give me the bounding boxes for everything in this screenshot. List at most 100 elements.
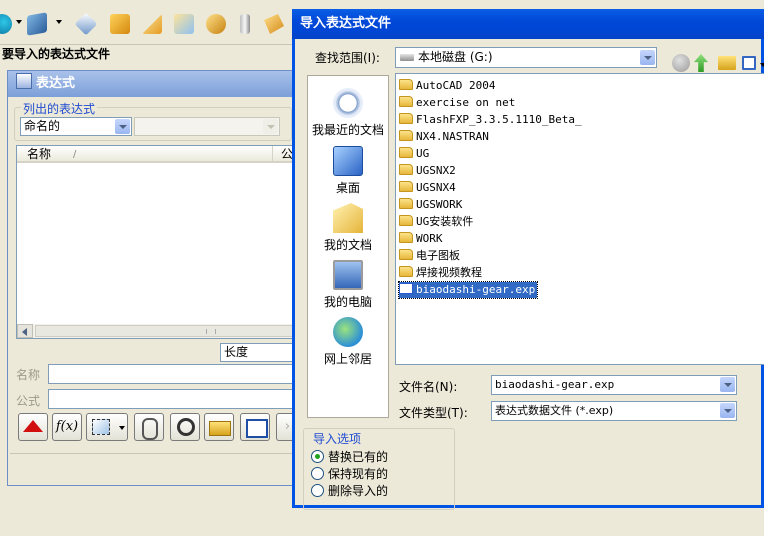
file-list[interactable]: AutoCAD 2004 exercise on net FlashFXP_3.… xyxy=(395,73,764,365)
chevron-down-icon[interactable] xyxy=(640,50,655,65)
list-item[interactable]: UGSNX4 xyxy=(399,180,456,196)
expression-file-icon xyxy=(399,283,413,294)
view-menu-icon[interactable] xyxy=(742,56,756,70)
cylinder-icon[interactable] xyxy=(240,14,250,34)
link-icon xyxy=(142,418,158,440)
list-filter-select[interactable]: 命名的 xyxy=(20,117,132,136)
place-recent[interactable]: 我最近的文档 xyxy=(308,88,388,138)
desktop-icon xyxy=(333,146,363,176)
drive-icon xyxy=(400,54,414,61)
radio-unchecked-icon[interactable] xyxy=(311,467,324,480)
chevron-down-icon xyxy=(263,119,278,134)
radio-unchecked-icon[interactable] xyxy=(311,484,324,497)
scroll-thumb[interactable] xyxy=(35,325,297,337)
my-computer-icon xyxy=(333,260,363,290)
dropdown-arrow-icon[interactable] xyxy=(760,63,764,67)
list-item[interactable]: AutoCAD 2004 xyxy=(399,78,495,94)
place-network[interactable]: 网上邻居 xyxy=(308,317,388,367)
look-in-value: 本地磁盘 (G:) xyxy=(418,50,493,64)
list-item-selected[interactable]: biaodashi-gear.exp xyxy=(397,281,539,299)
link-button[interactable] xyxy=(134,413,164,441)
window-icon xyxy=(16,73,32,89)
expressions-table[interactable]: 名称 / 公 xyxy=(16,145,299,339)
folder-icon xyxy=(399,79,413,90)
triangle-up-icon xyxy=(23,420,43,432)
radio-keep-existing[interactable]: 保持现有的 xyxy=(311,465,388,482)
name-input[interactable] xyxy=(48,364,298,384)
folder-icon xyxy=(399,164,413,175)
dialog-title-bar[interactable]: 导入表达式文件 xyxy=(292,9,764,39)
dropdown-arrow-icon[interactable] xyxy=(119,426,125,430)
open-folder-icon xyxy=(209,421,231,436)
diamond-icon[interactable] xyxy=(74,12,98,36)
filetype-select[interactable]: 表达式数据文件 (*.exp) xyxy=(491,401,737,421)
column-header-name[interactable]: 名称 / xyxy=(17,146,273,163)
formula-input[interactable] xyxy=(48,389,298,409)
list-item[interactable]: exercise on net xyxy=(399,95,515,111)
dropdown-arrow-icon[interactable] xyxy=(16,20,22,24)
function-button[interactable]: f(x) xyxy=(52,413,82,441)
look-in-select[interactable]: 本地磁盘 (G:) xyxy=(395,47,657,68)
sphere-icon[interactable] xyxy=(0,14,12,34)
back-icon[interactable] xyxy=(672,54,690,72)
dropdown-arrow-icon[interactable] xyxy=(56,20,62,24)
list-item[interactable]: WORK xyxy=(399,231,443,247)
list-item[interactable]: UG xyxy=(399,146,429,162)
place-desktop[interactable]: 桌面 xyxy=(308,146,388,196)
list-filter-value: 命名的 xyxy=(24,119,61,133)
export-icon xyxy=(246,419,268,438)
revolve-icon[interactable] xyxy=(142,14,162,34)
expressions-title-bar[interactable]: 表达式 xyxy=(8,71,298,97)
units-value: 长度 xyxy=(224,345,249,359)
filetype-label: 文件类型(T): xyxy=(399,406,468,420)
list-item[interactable]: UGSNX2 xyxy=(399,163,456,179)
measure-button[interactable] xyxy=(86,413,128,441)
chamfer-icon[interactable] xyxy=(264,14,284,34)
sweep-icon[interactable] xyxy=(174,14,194,34)
folder-icon xyxy=(399,147,413,158)
hole-icon[interactable] xyxy=(206,14,226,34)
export-button[interactable] xyxy=(240,413,270,441)
folder-icon xyxy=(399,215,413,226)
search-expression-button[interactable] xyxy=(170,413,200,441)
chevron-down-icon[interactable] xyxy=(115,119,130,134)
scroll-left-icon[interactable] xyxy=(17,324,33,338)
new-folder-icon[interactable] xyxy=(718,56,736,70)
places-bar: 我最近的文档 桌面 我的文档 我的电脑 网上邻居 xyxy=(307,75,389,418)
horizontal-scrollbar[interactable] xyxy=(17,324,297,338)
list-item[interactable]: 焊接视频教程 xyxy=(399,265,482,281)
up-folder-icon[interactable] xyxy=(694,54,708,72)
folder-icon xyxy=(399,266,413,277)
network-places-icon xyxy=(333,317,363,347)
list-item[interactable]: UG安装软件 xyxy=(399,214,473,230)
look-in-label: 查找范围(I): xyxy=(315,51,380,65)
extrude-icon[interactable] xyxy=(110,14,130,34)
units-select[interactable]: 长度 xyxy=(220,343,298,362)
import-options-legend: 导入选项 xyxy=(311,430,364,447)
folder-icon xyxy=(399,181,413,192)
import-expression-dialog: 导入表达式文件 查找范围(I): 本地磁盘 (G:) 我最近的文档 桌面 我的文… xyxy=(292,9,764,510)
my-documents-icon xyxy=(333,203,363,233)
chevron-down-icon[interactable] xyxy=(720,377,735,392)
block-icon[interactable] xyxy=(27,12,47,36)
radio-checked-icon[interactable] xyxy=(311,450,324,463)
folder-icon xyxy=(399,113,413,124)
filename-input[interactable]: biaodashi-gear.exp xyxy=(491,375,737,395)
list-item[interactable]: UGSWORK xyxy=(399,197,462,213)
recent-documents-icon xyxy=(333,88,363,118)
radio-delete-imported[interactable]: 删除导入的 xyxy=(311,482,388,499)
listed-expressions-legend: 列出的表达式 xyxy=(21,100,98,117)
list-item[interactable]: NX4.NASTRAN xyxy=(399,129,489,145)
list-item[interactable]: FlashFXP_3.3.5.1110_Beta_ xyxy=(399,112,582,128)
radio-replace-existing[interactable]: 替换已有的 xyxy=(311,448,388,465)
filename-label: 文件名(N): xyxy=(399,380,458,394)
chevron-down-icon[interactable] xyxy=(720,403,735,418)
import-button[interactable] xyxy=(204,413,234,441)
folder-icon xyxy=(399,249,413,260)
folder-icon xyxy=(399,130,413,141)
folder-icon xyxy=(399,198,413,209)
accept-edit-button[interactable] xyxy=(18,413,48,441)
place-my-documents[interactable]: 我的文档 xyxy=(308,203,388,253)
place-my-computer[interactable]: 我的电脑 xyxy=(308,260,388,310)
list-item[interactable]: 电子图板 xyxy=(399,248,460,264)
